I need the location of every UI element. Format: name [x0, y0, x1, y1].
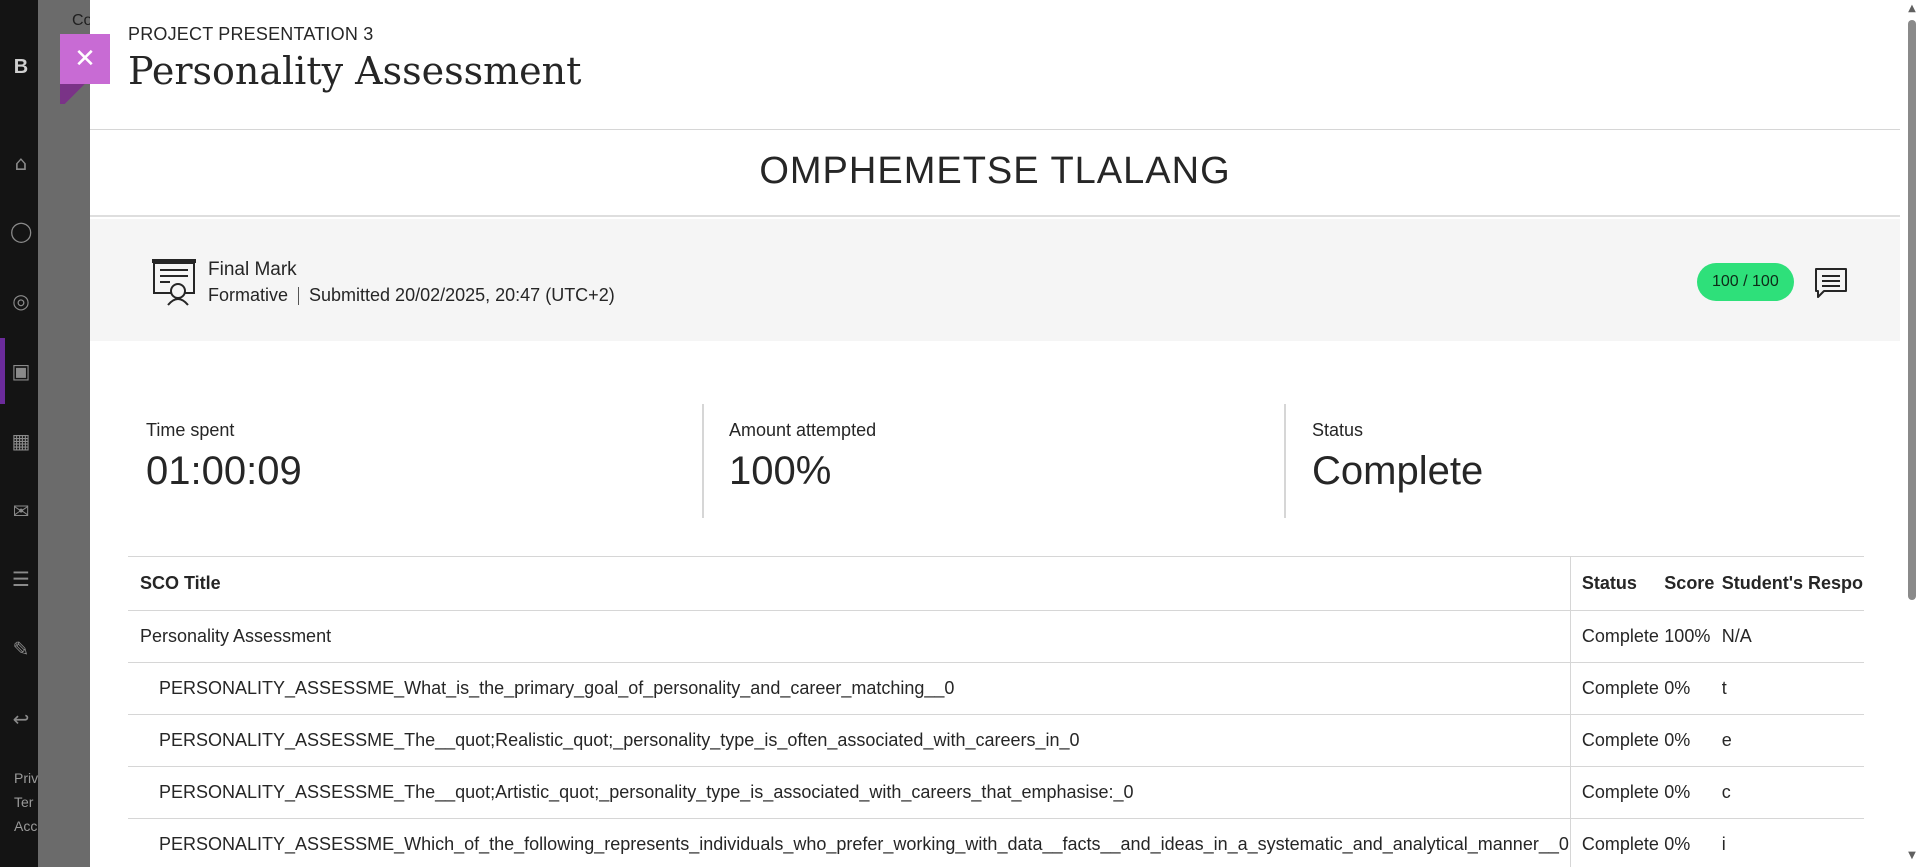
vertical-scrollbar[interactable]: ▲ ▼: [1904, 0, 1920, 867]
cell-response: N/A: [1721, 610, 1864, 663]
stat-divider: [1284, 404, 1286, 518]
cell-status: Complete: [1570, 766, 1665, 819]
column-header-response: Student's Respo: [1721, 556, 1864, 611]
cell-sco-title: PERSONALITY_ASSESSME_The__quot;Realistic…: [128, 714, 1571, 767]
stat-status: Status Complete: [1312, 404, 1483, 518]
cell-sco-title: PERSONALITY_ASSESSME_What_is_the_primary…: [128, 662, 1571, 715]
grade-summary-bar: Final Mark Formative Submitted 20/02/202…: [90, 219, 1900, 341]
cell-sco-title: PERSONALITY_ASSESSME_The__quot;Artistic_…: [128, 766, 1571, 819]
stat-time-spent: Time spent 01:00:09: [146, 404, 302, 518]
footer-line-3: Acc: [14, 818, 38, 834]
cell-response: e: [1721, 714, 1864, 767]
stat-value: Complete: [1312, 449, 1484, 493]
stat-label: Time spent: [146, 420, 235, 440]
grade-detail-panel: PROJECT PRESENTATION 3 Personality Asses…: [90, 0, 1904, 867]
stat-label: Amount attempted: [729, 420, 877, 440]
cell-status: Complete: [1570, 662, 1665, 715]
cell-status: Complete: [1570, 818, 1665, 867]
cell-response: i: [1721, 818, 1864, 867]
assessment-overline: PROJECT PRESENTATION 3: [128, 24, 374, 44]
header-divider: [90, 129, 1900, 130]
table-row: PERSONALITY_ASSESSME_The__quot;Artistic_…: [128, 766, 1864, 819]
cell-score: 0%: [1664, 714, 1722, 767]
globe-icon: ◎: [12, 289, 30, 313]
column-header-status: Status: [1570, 556, 1665, 611]
close-tab-fold: [60, 84, 90, 104]
close-button[interactable]: ✕: [60, 34, 110, 84]
column-header-score: Score: [1664, 556, 1722, 611]
scroll-down-arrow-icon[interactable]: ▼: [1907, 851, 1917, 861]
stat-label: Status: [1312, 420, 1364, 440]
signout-icon: ↩: [12, 707, 30, 731]
cell-sco-title: Personality Assessment: [128, 610, 1571, 663]
certificate-icon: [152, 259, 196, 306]
tools-icon: ✎: [12, 637, 30, 661]
submission-date: Submitted 20/02/2025, 20:47 (UTC+2): [309, 285, 615, 305]
grade-type: Formative: [208, 285, 289, 305]
cell-response: c: [1721, 766, 1864, 819]
cell-status: Complete: [1570, 610, 1665, 663]
cell-score: 0%: [1664, 766, 1722, 819]
grade-label: Final Mark: [208, 259, 297, 280]
student-name: OMPHEMETSE TLALANG: [759, 150, 1231, 192]
cell-status: Complete: [1570, 714, 1665, 767]
stat-value: 01:00:09: [146, 449, 302, 493]
active-nav-indicator: [0, 338, 5, 404]
scrollbar-thumb[interactable]: [1908, 20, 1916, 600]
footer-line-1: Priv: [14, 770, 39, 786]
logo: B: [13, 56, 29, 78]
grade-meta: Formative Submitted 20/02/2025, 20:47 (U…: [208, 285, 615, 306]
table-row: PERSONALITY_ASSESSME_What_is_the_primary…: [128, 662, 1864, 715]
background-nav: B ⌂ ◯ ◎ ▣ ▦ ✉ ☰ ✎ ↩ Priv Ter Acc: [0, 0, 38, 867]
table-header-row: SCO Title Status Score Student's Respo: [128, 556, 1864, 611]
cell-score: 0%: [1664, 662, 1722, 715]
stat-value: 100%: [729, 449, 832, 493]
table-row: PERSONALITY_ASSESSME_The__quot;Realistic…: [128, 714, 1864, 767]
profile-icon: ◯: [10, 219, 33, 243]
name-divider: [90, 215, 1900, 217]
sco-table: SCO Title Status Score Student's Respo P…: [128, 556, 1864, 867]
table-row: Personality Assessment Complete 100% N/A: [128, 610, 1864, 663]
institution-icon: ⌂: [14, 151, 28, 175]
cell-sco-title: PERSONALITY_ASSESSME_Which_of_the_follow…: [128, 818, 1571, 867]
table-row: PERSONALITY_ASSESSME_Which_of_the_follow…: [128, 818, 1864, 867]
messages-icon: ✉: [12, 499, 30, 523]
comment-icon[interactable]: [1814, 267, 1848, 299]
grades-icon: ☰: [12, 567, 30, 591]
cell-score: 100%: [1664, 610, 1722, 663]
footer-line-2: Ter: [14, 794, 34, 810]
close-icon: ✕: [74, 44, 96, 74]
column-header-sco-title: SCO Title: [128, 556, 1571, 611]
cell-response: t: [1721, 662, 1864, 715]
calendar-icon: ▦: [11, 429, 31, 453]
panel-header: PROJECT PRESENTATION 3 Personality Asses…: [128, 24, 581, 93]
page-title: Personality Assessment: [128, 49, 582, 93]
scroll-up-arrow-icon[interactable]: ▲: [1907, 4, 1917, 14]
stat-divider: [702, 404, 704, 518]
background-content: Co: [38, 0, 98, 867]
score-badge[interactable]: 100 / 100: [1697, 263, 1794, 301]
cell-score: 0%: [1664, 818, 1722, 867]
courses-icon: ▣: [11, 359, 31, 383]
stat-amount-attempted: Amount attempted 100%: [729, 404, 876, 518]
meta-separator: [298, 286, 300, 305]
